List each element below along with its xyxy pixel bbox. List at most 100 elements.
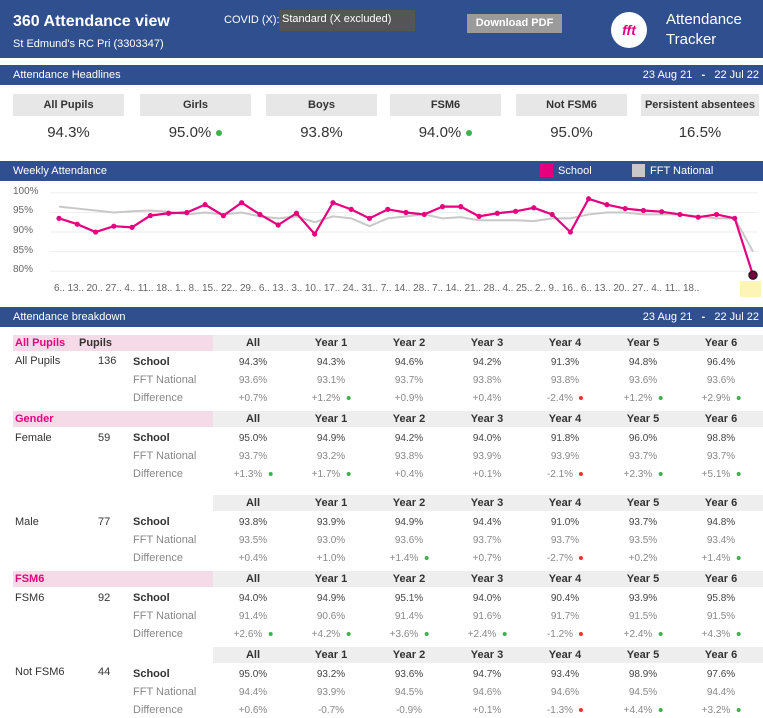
weekly-bar: Weekly Attendance — [0, 161, 763, 181]
table-cell: -2.4% — [547, 393, 584, 404]
column-header: Year 3 — [470, 413, 504, 425]
table-cell: -2.1% — [547, 469, 584, 480]
table-cell: 93.2% — [316, 451, 346, 462]
table-cell: 90.6% — [316, 611, 346, 622]
table-cell: +3.6% — [390, 629, 429, 640]
table-cell: 94.2% — [472, 357, 502, 368]
status-dot-icon — [579, 556, 584, 561]
table-cell: 93.6% — [706, 375, 736, 386]
table-cell: 93.6% — [628, 375, 658, 386]
table-cell: 93.7% — [628, 451, 658, 462]
table-cell: 90.4% — [550, 593, 580, 604]
table-cell: +1.2% — [312, 393, 351, 404]
column-header: Year 4 — [548, 573, 582, 585]
group-name: Female — [15, 432, 52, 444]
table-cell: 93.7% — [628, 517, 658, 528]
table-cell: -0.9% — [395, 705, 423, 716]
status-dot-icon — [579, 632, 584, 637]
school-point — [421, 211, 427, 218]
table-cell: 95.8% — [706, 593, 736, 604]
school-point — [184, 209, 190, 216]
school-point — [604, 202, 610, 208]
row-label: School — [133, 432, 170, 444]
status-dot-icon — [658, 472, 663, 477]
table-cell: +0.1% — [472, 469, 502, 480]
headline-value: 16.5% — [678, 124, 722, 141]
table-cell: 94.0% — [472, 433, 502, 444]
school-point — [385, 206, 391, 212]
school-point — [202, 202, 208, 208]
table-cell: 96.0% — [628, 433, 658, 444]
table-cell: 93.8% — [550, 375, 580, 386]
weekly-attendance-chart[interactable] — [0, 183, 763, 293]
table-cell: +3.2% — [702, 705, 741, 716]
table-cell: 91.4% — [394, 611, 424, 622]
headline-value: 95.0% — [550, 124, 593, 141]
section-header: All Pupils Pupils — [13, 335, 213, 351]
school-point — [695, 214, 701, 220]
school-point — [732, 215, 738, 221]
column-header: All — [245, 649, 261, 661]
breakdown-date-range: 23 Aug 21 - 22 Jul 22 — [642, 311, 759, 323]
row-label: FFT National — [133, 450, 197, 462]
table-cell: 93.2% — [316, 669, 346, 680]
table-cell: +5.1% — [702, 469, 741, 480]
table-cell: +0.4% — [472, 393, 502, 404]
status-dot-icon — [216, 130, 223, 137]
headline-label: Persistent absentees — [641, 94, 759, 116]
legend-school[interactable]: School — [558, 162, 592, 180]
school-point — [531, 205, 537, 211]
download-pdf-button[interactable]: Download PDF — [467, 14, 562, 33]
logo-text: Attendance Tracker — [666, 11, 742, 48]
table-cell: 94.4% — [706, 687, 736, 698]
status-dot-icon — [502, 632, 507, 637]
table-cell: +2.4% — [624, 629, 663, 640]
column-header: Year 6 — [704, 413, 738, 425]
column-header: Year 2 — [392, 413, 426, 425]
x-axis-labels: 6.. 13.. 20.. 27.. 4.. 11.. 18.. 1.. 8..… — [54, 283, 700, 294]
school-point — [677, 211, 683, 218]
covid-label: COVID (X): — [224, 14, 280, 26]
column-header: Year 6 — [704, 497, 738, 509]
legend-national[interactable]: FFT National — [650, 162, 713, 180]
table-cell: 94.9% — [316, 433, 346, 444]
table-cell: 91.3% — [550, 357, 580, 368]
section-header: Gender — [13, 411, 213, 427]
status-dot-icon — [579, 396, 584, 401]
status-dot-icon — [424, 632, 429, 637]
table-cell: 98.9% — [628, 669, 658, 680]
table-cell: 91.6% — [472, 611, 502, 622]
column-header: Year 2 — [392, 649, 426, 661]
table-cell: 93.8% — [472, 375, 502, 386]
group-name: FSM6 — [15, 592, 45, 604]
school-point — [165, 210, 172, 216]
school-point — [348, 206, 354, 212]
table-cell: 94.9% — [316, 593, 346, 604]
table-cell: 93.4% — [550, 669, 580, 680]
group-name: All Pupils — [15, 355, 61, 367]
table-cell: 93.8% — [394, 451, 424, 462]
column-header: Year 4 — [548, 649, 582, 661]
table-cell: 93.6% — [394, 669, 424, 680]
table-cell: 93.9% — [316, 687, 346, 698]
table-cell: +1.2% — [624, 393, 663, 404]
headline-label: Not FSM6 — [516, 94, 627, 116]
row-label: Difference — [133, 392, 183, 404]
table-cell: 93.8% — [238, 517, 268, 528]
table-cell: 93.1% — [316, 375, 346, 386]
table-cell: 94.5% — [628, 687, 658, 698]
school-point — [111, 223, 117, 229]
table-cell: +0.4% — [394, 469, 424, 480]
table-cell: 93.5% — [238, 535, 268, 546]
school-point — [56, 215, 62, 221]
school-point — [275, 222, 281, 228]
headlines-date-range: 23 Aug 21 - 22 Jul 22 — [642, 69, 759, 81]
table-cell: 95.0% — [238, 669, 268, 680]
table-cell: +2.3% — [624, 469, 663, 480]
table-cell: 97.6% — [706, 669, 736, 680]
pupil-count: 77 — [98, 516, 111, 528]
table-cell: 93.5% — [628, 535, 658, 546]
table-cell: +4.2% — [312, 629, 351, 640]
covid-select[interactable]: Standard (X excluded) — [279, 10, 415, 31]
column-header: Year 4 — [548, 413, 582, 425]
